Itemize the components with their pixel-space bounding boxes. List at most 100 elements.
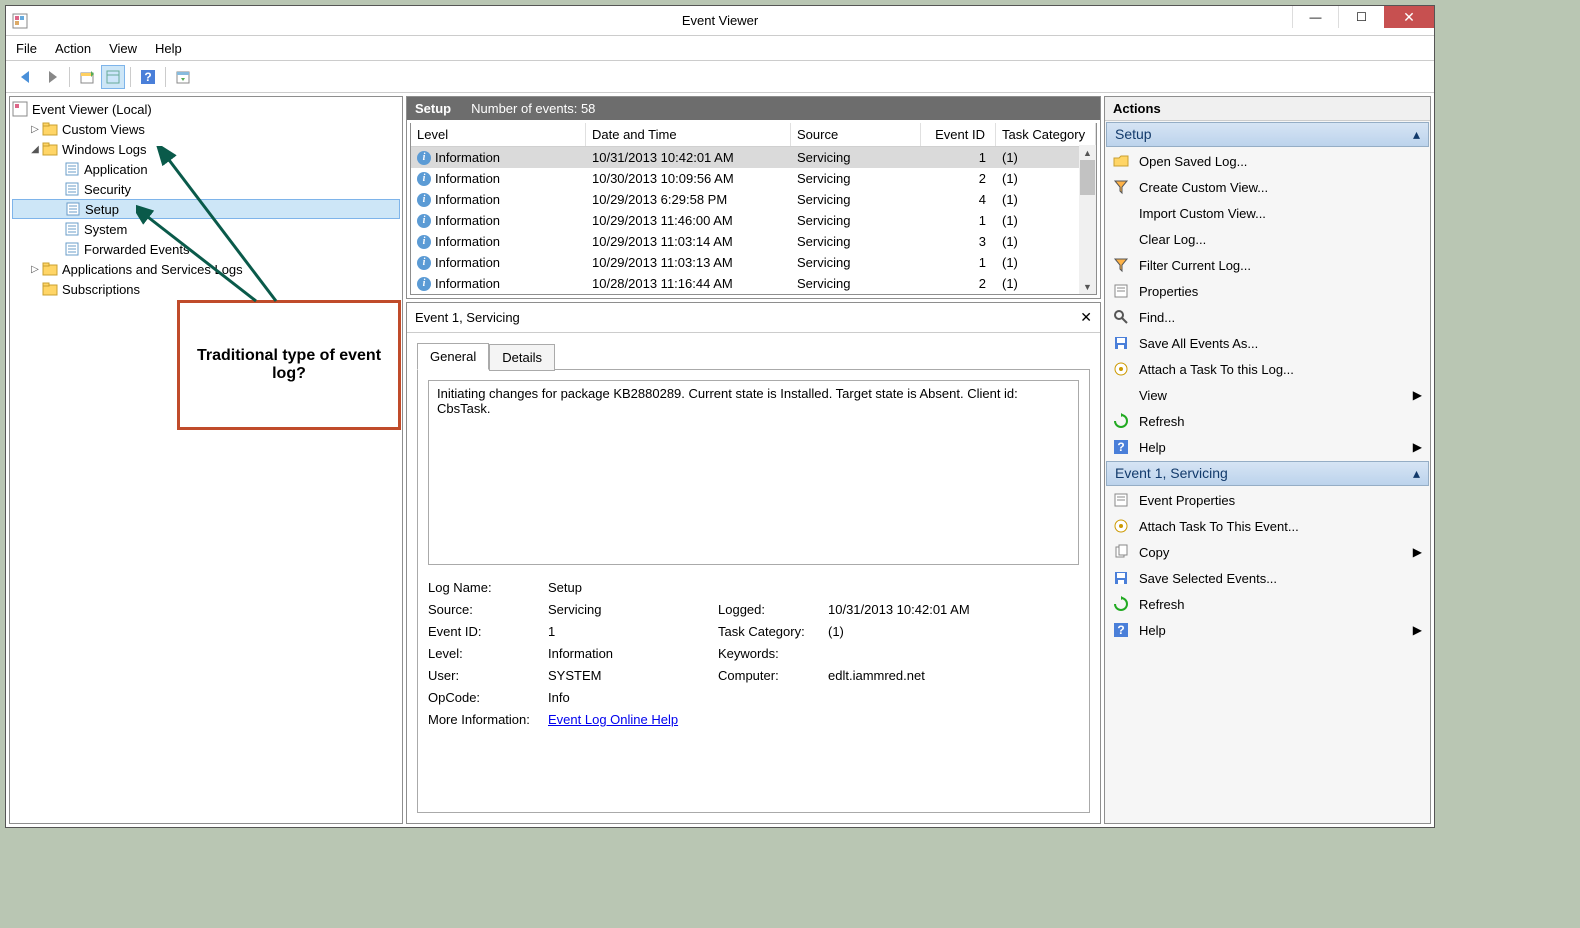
action-find[interactable]: Find... (1105, 304, 1430, 330)
detail-close-button[interactable]: ✕ (1080, 309, 1092, 326)
event-row[interactable]: iInformation10/31/2013 10:42:01 AMServic… (411, 147, 1096, 168)
submenu-arrow-icon: ▶ (1413, 545, 1422, 559)
scroll-down-icon[interactable]: ▼ (1079, 279, 1096, 294)
maximize-button[interactable]: ☐ (1338, 6, 1384, 28)
tree-toggle-icon[interactable]: ◢ (28, 144, 42, 155)
action-icon (1113, 335, 1129, 351)
info-icon: i (417, 214, 431, 228)
tree-item-system[interactable]: System (12, 219, 400, 239)
window: Event Viewer — ☐ ✕ File Action View Help… (5, 5, 1435, 828)
action-create-custom-view[interactable]: Create Custom View... (1105, 174, 1430, 200)
action-icon (1113, 179, 1129, 195)
folder-icon (42, 141, 58, 157)
action-attach-task-to-this-event[interactable]: Attach Task To This Event... (1105, 513, 1430, 539)
action-icon (1113, 596, 1129, 612)
event-grid[interactable]: Level Date and Time Source Event ID Task… (410, 123, 1097, 295)
eventviewer-icon (12, 101, 28, 117)
tree-item-applications-and-services-logs[interactable]: ▷Applications and Services Logs (12, 259, 400, 279)
action-copy[interactable]: Copy▶ (1105, 539, 1430, 565)
event-row[interactable]: iInformation10/29/2013 11:46:00 AMServic… (411, 210, 1096, 231)
action-attach-a-task-to-this-log[interactable]: Attach a Task To this Log... (1105, 356, 1430, 382)
scroll-up-icon[interactable]: ▲ (1079, 145, 1096, 160)
help-button[interactable]: ? (136, 65, 160, 89)
action-section-event[interactable]: Event 1, Servicing ▴ (1106, 461, 1429, 486)
tree-item-subscriptions[interactable]: Subscriptions (12, 279, 400, 299)
tree-toggle-icon[interactable]: ▷ (28, 124, 42, 135)
nav-forward-button[interactable] (40, 65, 64, 89)
event-list: Setup Number of events: 58 Level Date an… (406, 96, 1101, 299)
action-refresh[interactable]: Refresh (1105, 591, 1430, 617)
navigation-tree[interactable]: Event Viewer (Local) ▷Custom Views◢Windo… (9, 96, 403, 824)
info-icon: i (417, 193, 431, 207)
event-log-online-help-link[interactable]: Event Log Online Help (548, 712, 678, 727)
menu-help[interactable]: Help (155, 41, 182, 56)
info-icon: i (417, 151, 431, 165)
app-icon (12, 13, 28, 29)
close-button[interactable]: ✕ (1384, 6, 1434, 28)
list-header: Setup Number of events: 58 (407, 97, 1100, 120)
event-row[interactable]: iInformation10/28/2013 11:16:44 AMServic… (411, 273, 1096, 294)
minimize-button[interactable]: — (1292, 6, 1338, 28)
event-row[interactable]: iInformation10/29/2013 11:03:14 AMServic… (411, 231, 1096, 252)
actions-pane: Actions Setup ▴ Open Saved Log...Create … (1104, 96, 1431, 824)
tree-item-custom-views[interactable]: ▷Custom Views (12, 119, 400, 139)
action-filter-current-log[interactable]: Filter Current Log... (1105, 252, 1430, 278)
action-icon: ? (1113, 622, 1129, 638)
properties-button[interactable] (101, 65, 125, 89)
tree-root[interactable]: Event Viewer (Local) (12, 99, 400, 119)
menu-view[interactable]: View (109, 41, 137, 56)
action-help[interactable]: ?Help▶ (1105, 434, 1430, 460)
toolbar-separator (130, 67, 131, 87)
action-icon (1113, 361, 1129, 377)
action-icon (1113, 518, 1129, 534)
tree-toggle-icon[interactable]: ▷ (28, 264, 42, 275)
tree-item-setup[interactable]: Setup (12, 199, 400, 219)
event-row[interactable]: iInformation10/29/2013 11:03:13 AMServic… (411, 252, 1096, 273)
action-clear-log[interactable]: Clear Log... (1105, 226, 1430, 252)
action-icon (1113, 387, 1129, 403)
menu-file[interactable]: File (16, 41, 37, 56)
toolbar-separator (165, 67, 166, 87)
action-button[interactable] (171, 65, 195, 89)
action-icon (1113, 492, 1129, 508)
prop-label: Log Name: (428, 580, 548, 595)
scrollbar[interactable]: ▲ ▼ (1079, 145, 1096, 294)
action-import-custom-view[interactable]: Import Custom View... (1105, 200, 1430, 226)
nav-back-button[interactable] (14, 65, 38, 89)
grid-header[interactable]: Level Date and Time Source Event ID Task… (411, 123, 1096, 147)
folder-icon (64, 221, 80, 237)
folder-icon (64, 161, 80, 177)
action-icon: ? (1113, 439, 1129, 455)
action-icon (1113, 309, 1129, 325)
tree-item-windows-logs[interactable]: ◢Windows Logs (12, 139, 400, 159)
tree-item-application[interactable]: Application (12, 159, 400, 179)
action-section-setup[interactable]: Setup ▴ (1106, 122, 1429, 147)
submenu-arrow-icon: ▶ (1413, 440, 1422, 454)
action-refresh[interactable]: Refresh (1105, 408, 1430, 434)
info-icon: i (417, 256, 431, 270)
action-icon (1113, 205, 1129, 221)
show-hide-console-button[interactable] (75, 65, 99, 89)
action-icon (1113, 257, 1129, 273)
folder-icon (64, 241, 80, 257)
action-help[interactable]: ?Help▶ (1105, 617, 1430, 643)
submenu-arrow-icon: ▶ (1413, 388, 1422, 402)
event-row[interactable]: iInformation10/30/2013 10:09:56 AMServic… (411, 168, 1096, 189)
folder-icon (64, 181, 80, 197)
svg-text:?: ? (144, 70, 151, 84)
tree-item-security[interactable]: Security (12, 179, 400, 199)
tab-general[interactable]: General (417, 343, 489, 370)
scroll-thumb[interactable] (1080, 160, 1095, 195)
tab-details[interactable]: Details (489, 344, 555, 371)
action-save-all-events-as[interactable]: Save All Events As... (1105, 330, 1430, 356)
action-save-selected-events[interactable]: Save Selected Events... (1105, 565, 1430, 591)
event-row[interactable]: iInformation10/29/2013 6:29:58 PMServici… (411, 189, 1096, 210)
tree-item-forwarded-events[interactable]: Forwarded Events (12, 239, 400, 259)
action-icon (1113, 570, 1129, 586)
action-view[interactable]: View▶ (1105, 382, 1430, 408)
action-properties[interactable]: Properties (1105, 278, 1430, 304)
action-open-saved-log[interactable]: Open Saved Log... (1105, 148, 1430, 174)
window-title: Event Viewer (682, 13, 758, 28)
action-event-properties[interactable]: Event Properties (1105, 487, 1430, 513)
menu-action[interactable]: Action (55, 41, 91, 56)
